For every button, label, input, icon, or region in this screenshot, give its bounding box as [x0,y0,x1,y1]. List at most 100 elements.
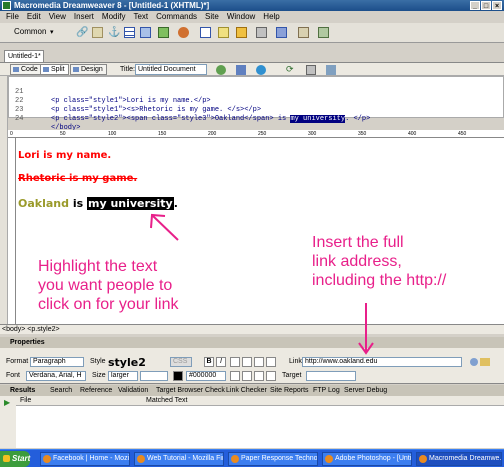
tab-validation[interactable]: Validation [118,385,148,396]
comment-icon[interactable] [236,27,247,38]
maximize-button[interactable]: □ [481,1,491,10]
unordered-list-button[interactable] [230,371,240,381]
tab-site-reports[interactable]: Site Reports [270,385,309,396]
is-text: is [69,197,87,210]
color-input[interactable]: #000000 [186,371,226,381]
menu-help[interactable]: Help [263,11,279,23]
preview-browser-icon[interactable] [256,65,266,75]
code-view-button[interactable]: Code [10,64,42,75]
tab-target-browser-check[interactable]: Target Browser Check [156,385,225,396]
font-label: Font [6,372,21,379]
tab-search[interactable]: Search [50,385,72,396]
script-icon[interactable] [276,27,287,38]
code-line: 24 </body> [9,106,503,132]
hyperlink-icon[interactable]: 🔗 [76,27,88,38]
results-title[interactable]: Results [10,385,35,396]
image-icon[interactable] [158,27,169,38]
media-icon[interactable] [178,27,189,38]
tag-chooser-icon[interactable] [318,27,329,38]
start-button[interactable]: Start [0,451,30,467]
size-select[interactable]: larger [108,371,138,381]
tab-link-checker[interactable]: Link Checker [226,385,267,396]
minimize-button[interactable]: _ [470,1,480,10]
design-paragraph-1[interactable]: Lori is my name. [18,150,111,161]
taskbar-item-photoshop[interactable]: Adobe Photoshop - [Unti... [322,452,412,466]
title-input[interactable]: Untitled Document [135,64,207,75]
target-select[interactable] [306,371,356,381]
size-unit-select[interactable] [140,371,168,381]
browse-folder-icon[interactable] [480,358,490,366]
ruler-mark: 200 [208,131,217,137]
tab-ftp-log[interactable]: FTP Log [313,385,340,396]
document-tab[interactable]: Untitled-1* [4,50,44,62]
design-paragraph-3[interactable]: Oakland is my university. [18,197,178,210]
tab-server-debug[interactable]: Server Debug [344,385,387,396]
align-center-button[interactable] [242,357,252,367]
named-anchor-icon[interactable]: ⚓ [108,27,120,38]
split-view-button[interactable]: Split [40,64,69,75]
file-management-icon[interactable] [236,65,246,75]
size-label: Size [92,372,106,379]
menu-text[interactable]: Text [133,11,148,23]
insert-category-dropdown[interactable]: Common [14,27,46,36]
style-select[interactable]: style2 [108,356,146,369]
menu-site[interactable]: Site [205,11,219,23]
server-side-include-icon[interactable] [218,27,229,38]
col-matched-text[interactable]: Matched Text [146,396,188,406]
line-number: 24 [15,115,24,123]
color-swatch[interactable] [173,371,183,381]
menu-file[interactable]: File [6,11,19,23]
properties-panel-header[interactable]: Properties [0,337,504,348]
design-view-button[interactable]: Design [70,64,107,75]
vertical-ruler [8,138,16,324]
insert-bar: Common ▾ 🔗 ⚓ [0,23,504,43]
code-line: 23 <p class="style2"><span class="style3… [9,97,503,123]
oakland-span: Oakland [18,197,69,210]
selected-link-text[interactable]: my university [86,197,174,210]
col-file[interactable]: File [20,396,31,406]
code-view[interactable]: 21 <p class="style1">Lori is my name.</p… [8,76,504,132]
ordered-list-button[interactable] [242,371,252,381]
align-right-button[interactable] [254,357,264,367]
visual-aids-icon[interactable] [326,65,336,75]
table-icon[interactable] [124,27,135,38]
view-options-icon[interactable] [306,65,316,75]
menu-view[interactable]: View [49,11,66,23]
tab-reference[interactable]: Reference [80,385,112,396]
bold-button[interactable]: B [204,357,214,367]
refresh-icon[interactable]: ⟳ [286,64,294,75]
tag-selector[interactable]: <body> <p.style2> [0,324,504,334]
taskbar-item-dreamweaver[interactable]: Macromedia Dreamwe... [416,452,502,466]
point-to-file-icon[interactable] [470,358,478,366]
play-icon[interactable]: ▶ [4,398,10,407]
menu-edit[interactable]: Edit [27,11,41,23]
align-left-button[interactable] [230,357,240,367]
title-label: Title: [120,66,135,73]
font-select[interactable]: Verdana, Arial, H [26,371,86,381]
layer-icon[interactable] [140,27,151,38]
menu-commands[interactable]: Commands [156,11,197,23]
justify-button[interactable] [266,357,276,367]
code-line: 21 <p class="style1">Lori is my name.</p… [9,79,503,105]
outdent-button[interactable] [254,371,264,381]
format-select[interactable]: Paragraph [30,357,84,367]
date-icon[interactable] [200,27,211,38]
menu-modify[interactable]: Modify [102,11,126,23]
italic-button[interactable]: I [216,357,226,367]
results-column-header: File Matched Text [16,396,504,406]
menu-window[interactable]: Window [227,11,255,23]
indent-button[interactable] [266,371,276,381]
css-button[interactable]: CSS [170,357,192,367]
email-link-icon[interactable] [92,27,103,38]
menu-insert[interactable]: Insert [74,11,94,23]
close-button[interactable]: × [492,1,502,10]
head-tags-icon[interactable] [256,27,267,38]
link-input[interactable]: http://www.oakland.edu [302,357,462,367]
dropdown-arrow-icon[interactable]: ▾ [50,28,54,36]
templates-icon[interactable] [298,27,309,38]
taskbar-item-web-tutorial[interactable]: Web Tutorial - Mozilla Fir... [134,452,224,466]
taskbar-item-paper-response[interactable]: Paper Response Technol... [228,452,318,466]
no-browser-check-errors-icon[interactable] [216,65,226,75]
design-paragraph-2[interactable]: Rhetoric is my game. [18,173,137,184]
taskbar-item-facebook[interactable]: Facebook | Home - Mozill... [40,452,130,466]
